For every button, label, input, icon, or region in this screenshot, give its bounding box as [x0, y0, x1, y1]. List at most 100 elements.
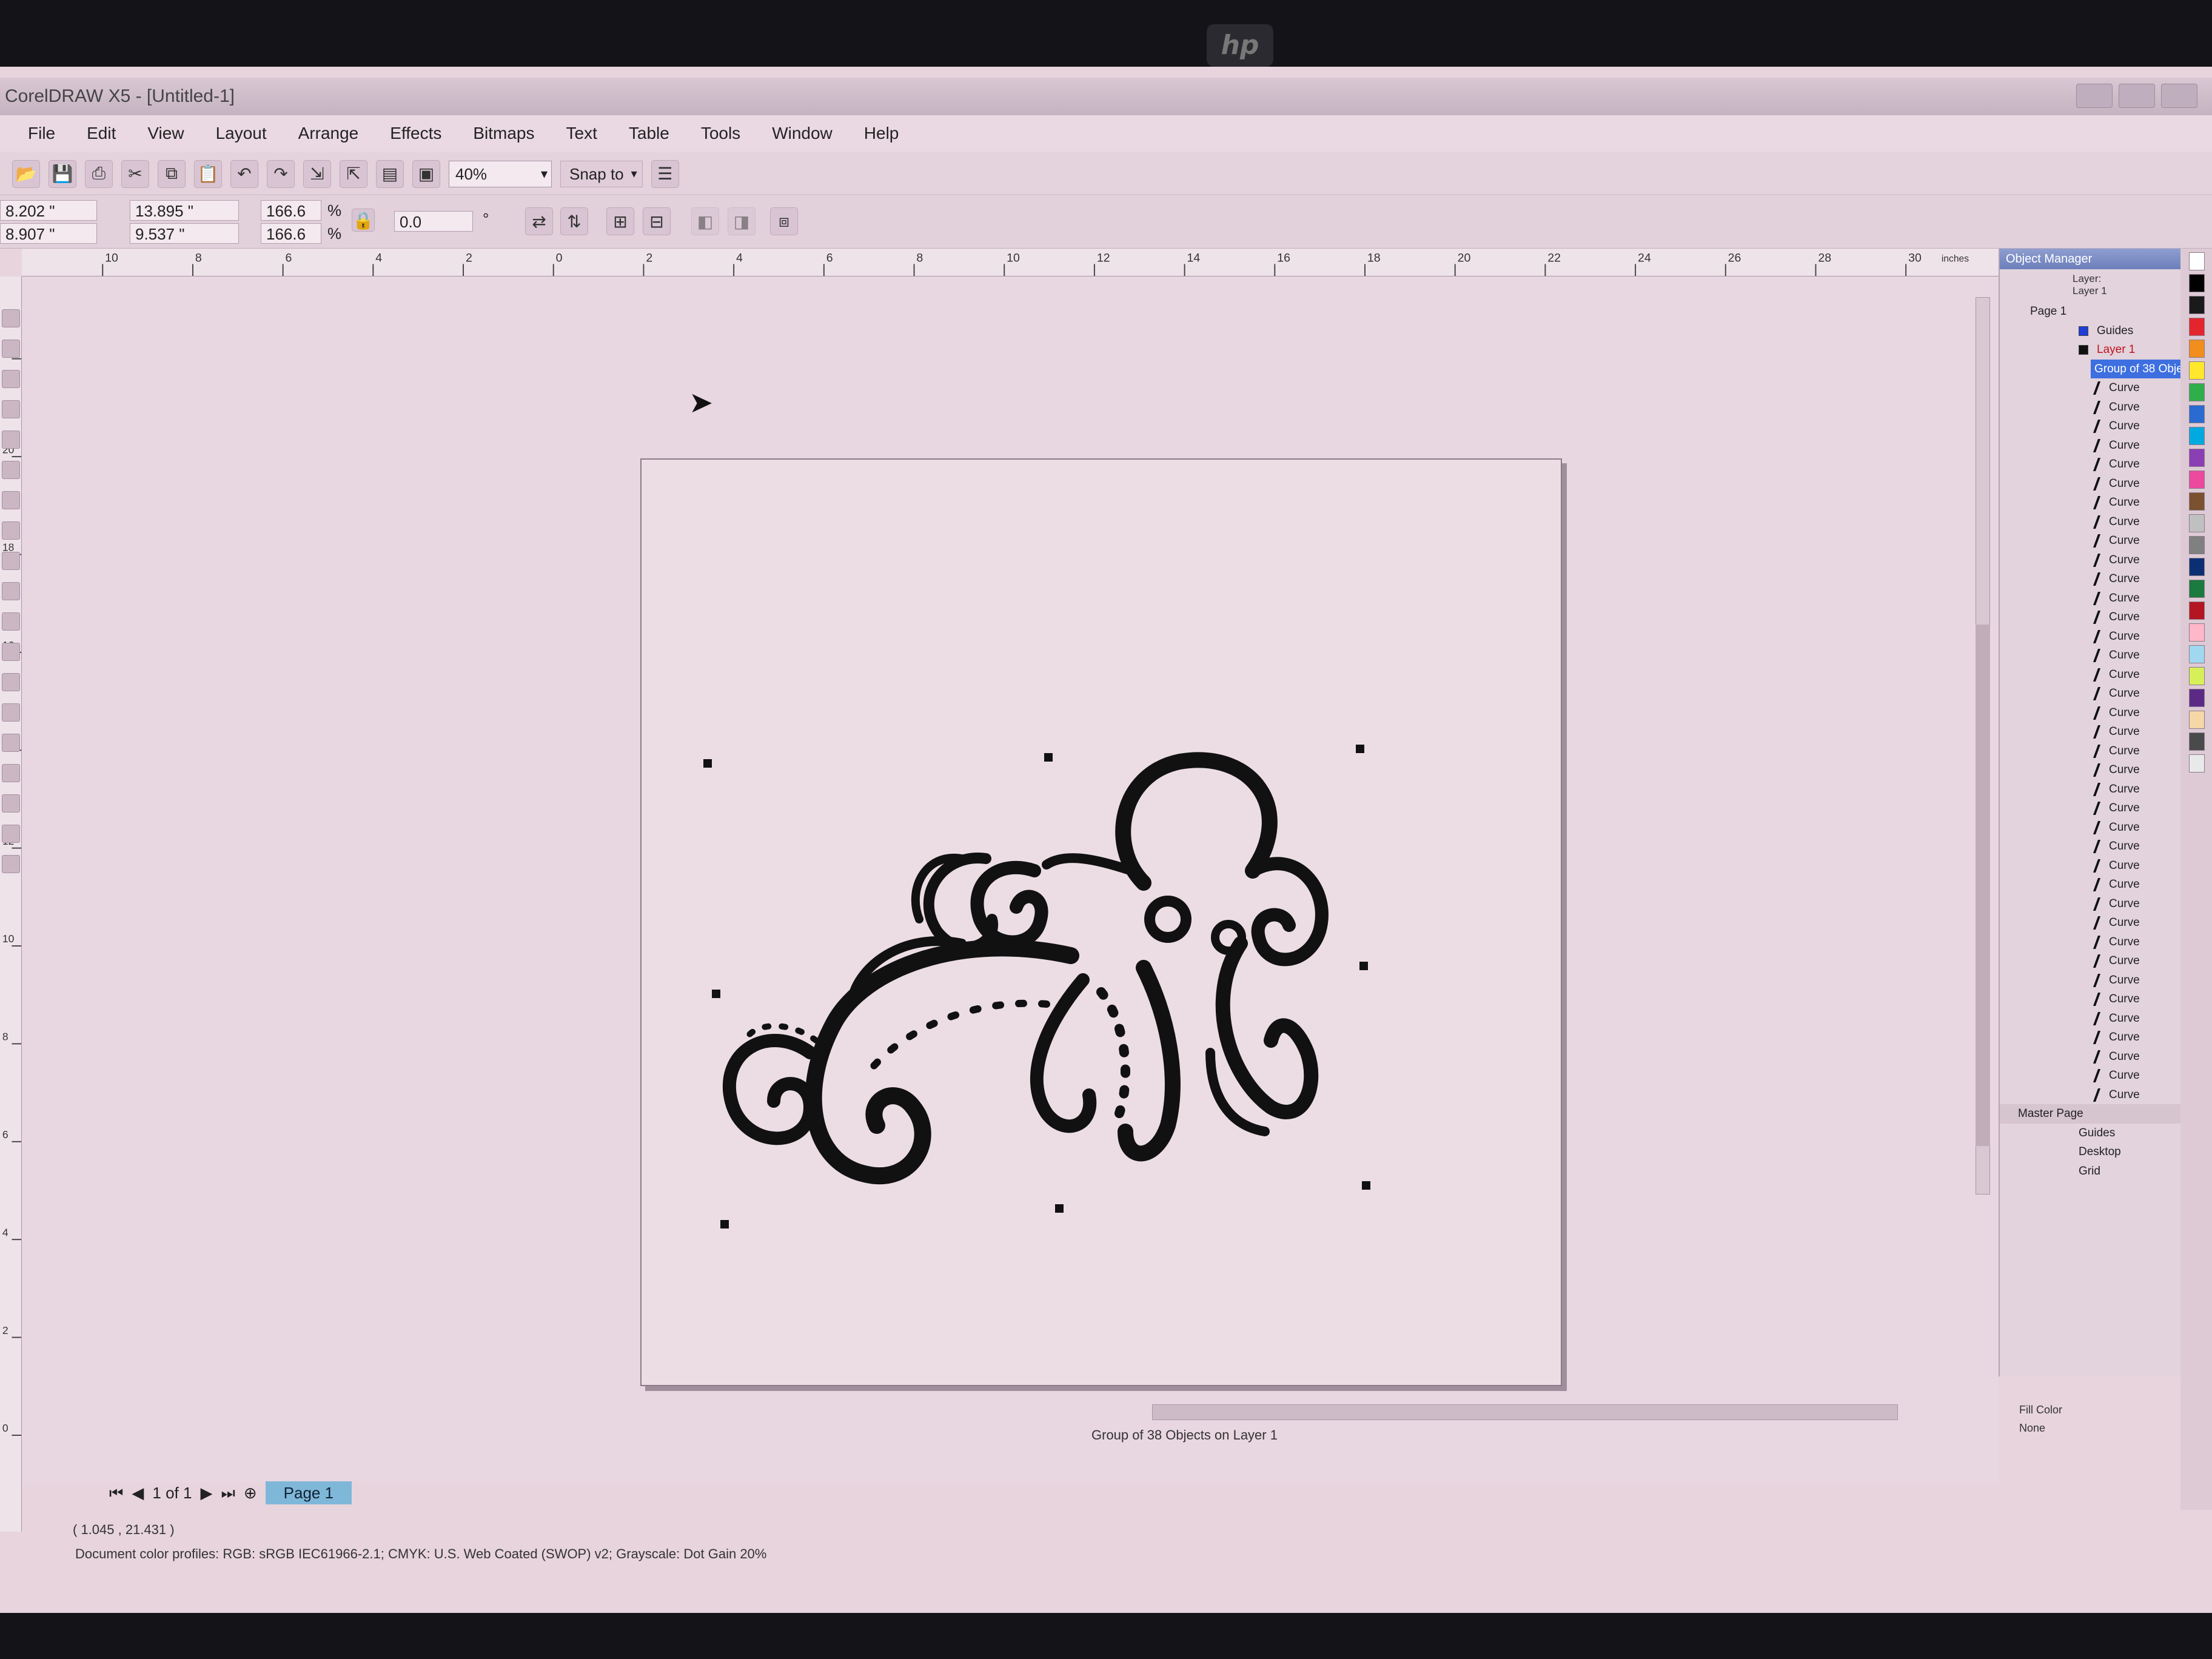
selection-handle[interactable] [703, 759, 712, 768]
mirror-vertical-icon[interactable]: ⇅ [560, 207, 588, 235]
fill-color-label[interactable]: Fill Color [2019, 1401, 2189, 1419]
tree-curve-item[interactable]: Curve [2000, 1066, 2180, 1085]
import-icon[interactable]: ⇲ [303, 159, 331, 188]
tree-curve-item[interactable]: Curve [2000, 531, 2180, 551]
menu-layout[interactable]: Layout [200, 115, 283, 152]
tree-master-guides[interactable]: Guides [2000, 1124, 2180, 1143]
options-icon[interactable]: ☰ [651, 159, 679, 188]
tree-curve-item[interactable]: Curve [2000, 455, 2180, 474]
first-page-icon[interactable]: ⏮ [109, 1480, 123, 1506]
palette-swatch[interactable] [2189, 667, 2205, 685]
tree-curve-item[interactable]: Curve [2000, 722, 2180, 742]
open-icon[interactable]: 📂 [12, 159, 40, 188]
tree-curve-item[interactable]: Curve [2000, 474, 2180, 494]
tree-curve-item[interactable]: Curve [2000, 551, 2180, 570]
menu-view[interactable]: View [132, 115, 199, 152]
outline-pen-icon[interactable] [2, 794, 20, 813]
break-apart-icon[interactable]: ◨ [728, 207, 756, 235]
pick-tool-icon[interactable] [2, 309, 20, 327]
palette-swatch[interactable] [2189, 623, 2205, 642]
page-tab[interactable]: Page 1 [265, 1481, 352, 1504]
tree-group-selected[interactable]: Group of 38 Objects [2000, 359, 2202, 378]
palette-swatch[interactable] [2189, 252, 2205, 270]
palette-swatch[interactable] [2189, 645, 2205, 663]
tree-master-page[interactable]: Master Page [2000, 1104, 2180, 1124]
tree-curve-item[interactable]: Curve [2000, 875, 2180, 894]
palette-swatch[interactable] [2189, 449, 2205, 467]
menu-effects[interactable]: Effects [374, 115, 457, 152]
maximize-button[interactable] [2119, 84, 2155, 108]
basic-shapes-icon[interactable] [2, 582, 20, 600]
palette-swatch[interactable] [2189, 471, 2205, 489]
selection-handle[interactable] [1362, 1181, 1370, 1190]
tree-master-grid[interactable]: Grid [2000, 1162, 2180, 1181]
palette-swatch[interactable] [2189, 405, 2205, 423]
polygon-tool-icon[interactable] [2, 552, 20, 570]
menu-help[interactable]: Help [848, 115, 915, 152]
palette-swatch[interactable] [2189, 602, 2205, 620]
menu-arrange[interactable]: Arrange [283, 115, 375, 152]
palette-swatch[interactable] [2189, 427, 2205, 445]
undo-icon[interactable]: ↶ [230, 159, 258, 188]
tree-curve-item[interactable]: Curve [2000, 894, 2180, 914]
to-front-icon[interactable]: ⧈ [770, 207, 798, 235]
palette-swatch[interactable] [2189, 514, 2205, 532]
tree-curve-item[interactable]: Curve [2000, 589, 2180, 608]
y-position-field[interactable]: 8.907 " [0, 223, 97, 244]
palette-swatch[interactable] [2189, 536, 2205, 554]
tree-curve-item[interactable]: Curve [2000, 1047, 2180, 1067]
table-tool-icon[interactable] [2, 643, 20, 661]
selection-handle[interactable] [1055, 1204, 1064, 1213]
menu-bitmaps[interactable]: Bitmaps [457, 115, 550, 152]
cut-icon[interactable]: ✂ [121, 159, 149, 188]
tree-curve-item[interactable]: Curve [2000, 512, 2180, 532]
zoom-level-select[interactable]: 40% [449, 160, 552, 187]
menu-text[interactable]: Text [551, 115, 613, 152]
selection-handle[interactable] [1356, 745, 1364, 753]
tree-curve-item[interactable]: Curve [2000, 684, 2180, 703]
tree-curve-item[interactable]: Curve [2000, 1009, 2180, 1028]
application-launcher-icon[interactable]: ▤ [376, 159, 404, 188]
selection-handle[interactable] [712, 990, 720, 998]
blend-tool-icon[interactable] [2, 734, 20, 752]
tree-curve-item[interactable]: Curve [2000, 398, 2180, 417]
palette-swatch[interactable] [2189, 492, 2205, 511]
close-button[interactable] [2161, 84, 2197, 108]
tree-curve-item[interactable]: Curve [2000, 417, 2180, 436]
paste-icon[interactable]: 📋 [194, 159, 222, 188]
crop-tool-icon[interactable] [2, 370, 20, 388]
tree-curve-item[interactable]: Curve [2000, 742, 2180, 761]
tree-curve-item[interactable]: Curve [2000, 1028, 2180, 1047]
eyedropper-icon[interactable] [2, 764, 20, 782]
palette-swatch[interactable] [2189, 340, 2205, 358]
ellipse-tool-icon[interactable] [2, 521, 20, 540]
last-page-icon[interactable]: ⏭ [221, 1480, 235, 1506]
tree-master-desktop[interactable]: Desktop [2000, 1142, 2180, 1162]
copy-icon[interactable]: ⧉ [158, 159, 186, 188]
palette-swatch[interactable] [2189, 711, 2205, 729]
octopus-artwork[interactable] [707, 737, 1386, 1198]
tree-curve-item[interactable]: Curve [2000, 760, 2180, 780]
status-color-profiles[interactable]: Document color profiles: RGB: sRGB IEC61… [75, 1546, 766, 1562]
interactive-fill-icon[interactable] [2, 855, 20, 873]
freehand-tool-icon[interactable] [2, 431, 20, 449]
tree-layer-1[interactable]: Layer 1 [2000, 340, 2180, 360]
redo-icon[interactable]: ↷ [267, 159, 295, 188]
palette-swatch[interactable] [2189, 274, 2205, 292]
tree-curve-item[interactable]: Curve [2000, 933, 2180, 952]
tree-curve-item[interactable]: Curve [2000, 703, 2180, 723]
tree-curve-item[interactable]: Curve [2000, 818, 2180, 837]
menu-file[interactable]: File [12, 115, 71, 152]
print-icon[interactable]: ⎙ [85, 159, 113, 188]
shape-tool-icon[interactable] [2, 340, 20, 358]
connector-tool-icon[interactable] [2, 703, 20, 722]
palette-swatch[interactable] [2189, 383, 2205, 401]
outline-label[interactable]: None [2019, 1419, 2189, 1437]
lock-ratio-icon[interactable]: 🔒 [352, 209, 375, 232]
x-position-field[interactable]: 8.202 " [0, 200, 97, 221]
tree-curve-item[interactable]: Curve [2000, 799, 2180, 818]
tree-curve-item[interactable]: Curve [2000, 913, 2180, 933]
save-icon[interactable]: 💾 [49, 159, 76, 188]
tree-curve-item[interactable]: Curve [2000, 646, 2180, 665]
palette-swatch[interactable] [2189, 558, 2205, 576]
